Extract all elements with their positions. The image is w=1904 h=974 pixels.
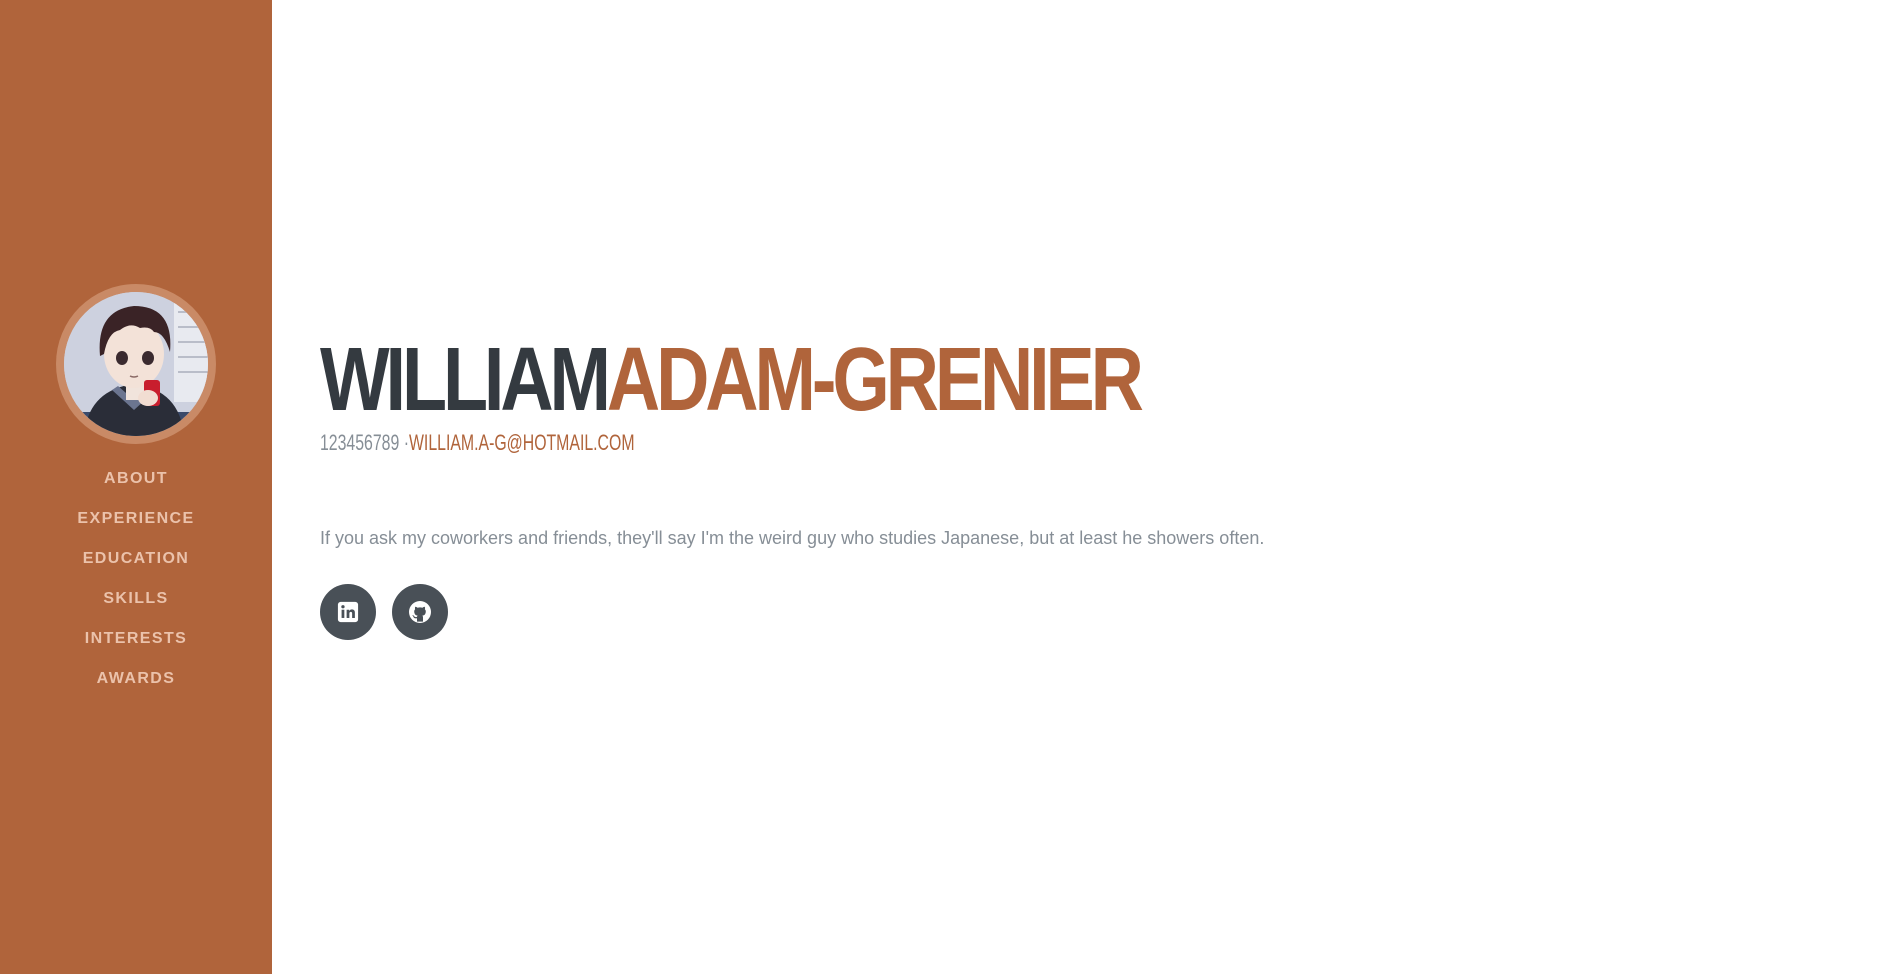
bio-text: If you ask my coworkers and friends, the…: [320, 528, 1265, 548]
avatar-frame: [56, 284, 216, 444]
last-name: ADAM-GRENIER: [606, 330, 1144, 430]
linkedin-icon: [337, 601, 359, 623]
nav-item-education[interactable]: EDUCATION: [0, 542, 272, 582]
email-link[interactable]: WILLIAM.A-G@HOTMAIL.COM: [409, 430, 635, 455]
nav-item-awards[interactable]: AWARDS: [0, 662, 272, 702]
page-title: WILLIAMADAM-GRENIER: [320, 330, 1144, 430]
avatar-illustration: [64, 292, 208, 436]
social-icons: [320, 584, 448, 640]
contact-line: 123456789 ·WILLIAM.A-G@HOTMAIL.COM: [320, 430, 635, 456]
nav-item-about[interactable]: ABOUT: [0, 462, 272, 502]
sidebar-nav: ABOUT EXPERIENCE EDUCATION SKILLS INTERE…: [0, 462, 272, 702]
avatar: [64, 292, 208, 436]
linkedin-button[interactable]: [320, 584, 376, 640]
github-button[interactable]: [392, 584, 448, 640]
nav-item-experience[interactable]: EXPERIENCE: [0, 502, 272, 542]
phone-number: 123456789: [320, 430, 400, 455]
nav-item-interests[interactable]: INTERESTS: [0, 622, 272, 662]
sidebar: ABOUT EXPERIENCE EDUCATION SKILLS INTERE…: [0, 0, 272, 974]
nav-item-skills[interactable]: SKILLS: [0, 582, 272, 622]
contact-separator: ·: [399, 430, 409, 455]
about-section: WILLIAMADAM-GRENIER 123456789 ·WILLIAM.A…: [272, 0, 1904, 974]
github-icon: [409, 601, 431, 623]
first-name: WILLIAM: [320, 330, 611, 430]
